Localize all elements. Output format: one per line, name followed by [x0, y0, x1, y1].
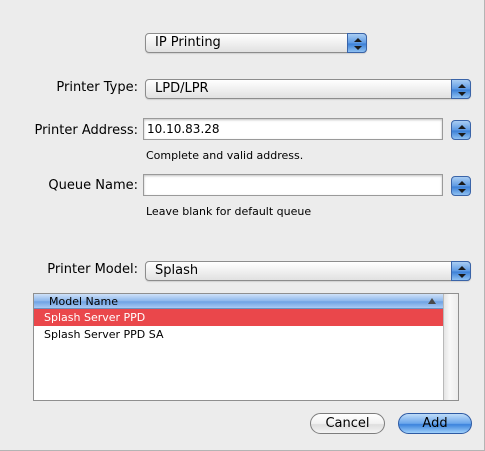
cancel-button-label: Cancel	[325, 416, 370, 431]
history-arrows-icon	[458, 181, 466, 193]
model-list-table: Model Name Splash Server PPD Splash Serv…	[33, 293, 459, 401]
address-hint: Complete and valid address.	[146, 149, 304, 162]
model-name-column-header[interactable]: Model Name	[34, 294, 444, 309]
address-history-button[interactable]	[451, 120, 471, 140]
cancel-button[interactable]: Cancel	[310, 413, 385, 434]
model-row-label: Splash Server PPD SA	[44, 328, 164, 341]
vertical-scrollbar[interactable]	[443, 294, 458, 400]
popup-arrows-icon	[347, 33, 367, 53]
queue-name-field[interactable]	[143, 174, 443, 196]
queue-hint: Leave blank for default queue	[146, 205, 312, 218]
connection-type-value: IP Printing	[155, 35, 221, 50]
history-arrows-icon	[458, 125, 466, 137]
printer-type-popup[interactable]: LPD/LPR	[145, 79, 471, 99]
printer-type-value: LPD/LPR	[155, 81, 209, 96]
model-row[interactable]: Splash Server PPD SA	[34, 326, 444, 343]
printer-model-value: Splash	[155, 263, 199, 278]
column-header-label: Model Name	[49, 295, 118, 308]
add-button[interactable]: Add	[398, 413, 472, 434]
queue-history-button[interactable]	[451, 176, 471, 196]
printer-model-popup[interactable]: Splash	[145, 261, 471, 281]
sort-ascending-icon	[428, 298, 436, 304]
model-row[interactable]: Splash Server PPD	[34, 309, 444, 326]
printer-type-label: Printer Type:	[56, 80, 138, 95]
model-row-label: Splash Server PPD	[44, 311, 146, 324]
queue-name-label: Queue Name:	[48, 178, 138, 193]
add-button-label: Add	[422, 416, 448, 431]
printer-address-label: Printer Address:	[34, 123, 138, 138]
printer-address-field[interactable]: 10.10.83.28	[143, 118, 443, 140]
add-printer-panel: IP Printing Printer Type: LPD/LPR Printe…	[0, 0, 485, 451]
connection-type-popup[interactable]: IP Printing	[145, 33, 367, 53]
popup-arrows-icon	[451, 261, 471, 281]
popup-arrows-icon	[451, 79, 471, 99]
printer-model-label: Printer Model:	[47, 262, 138, 277]
